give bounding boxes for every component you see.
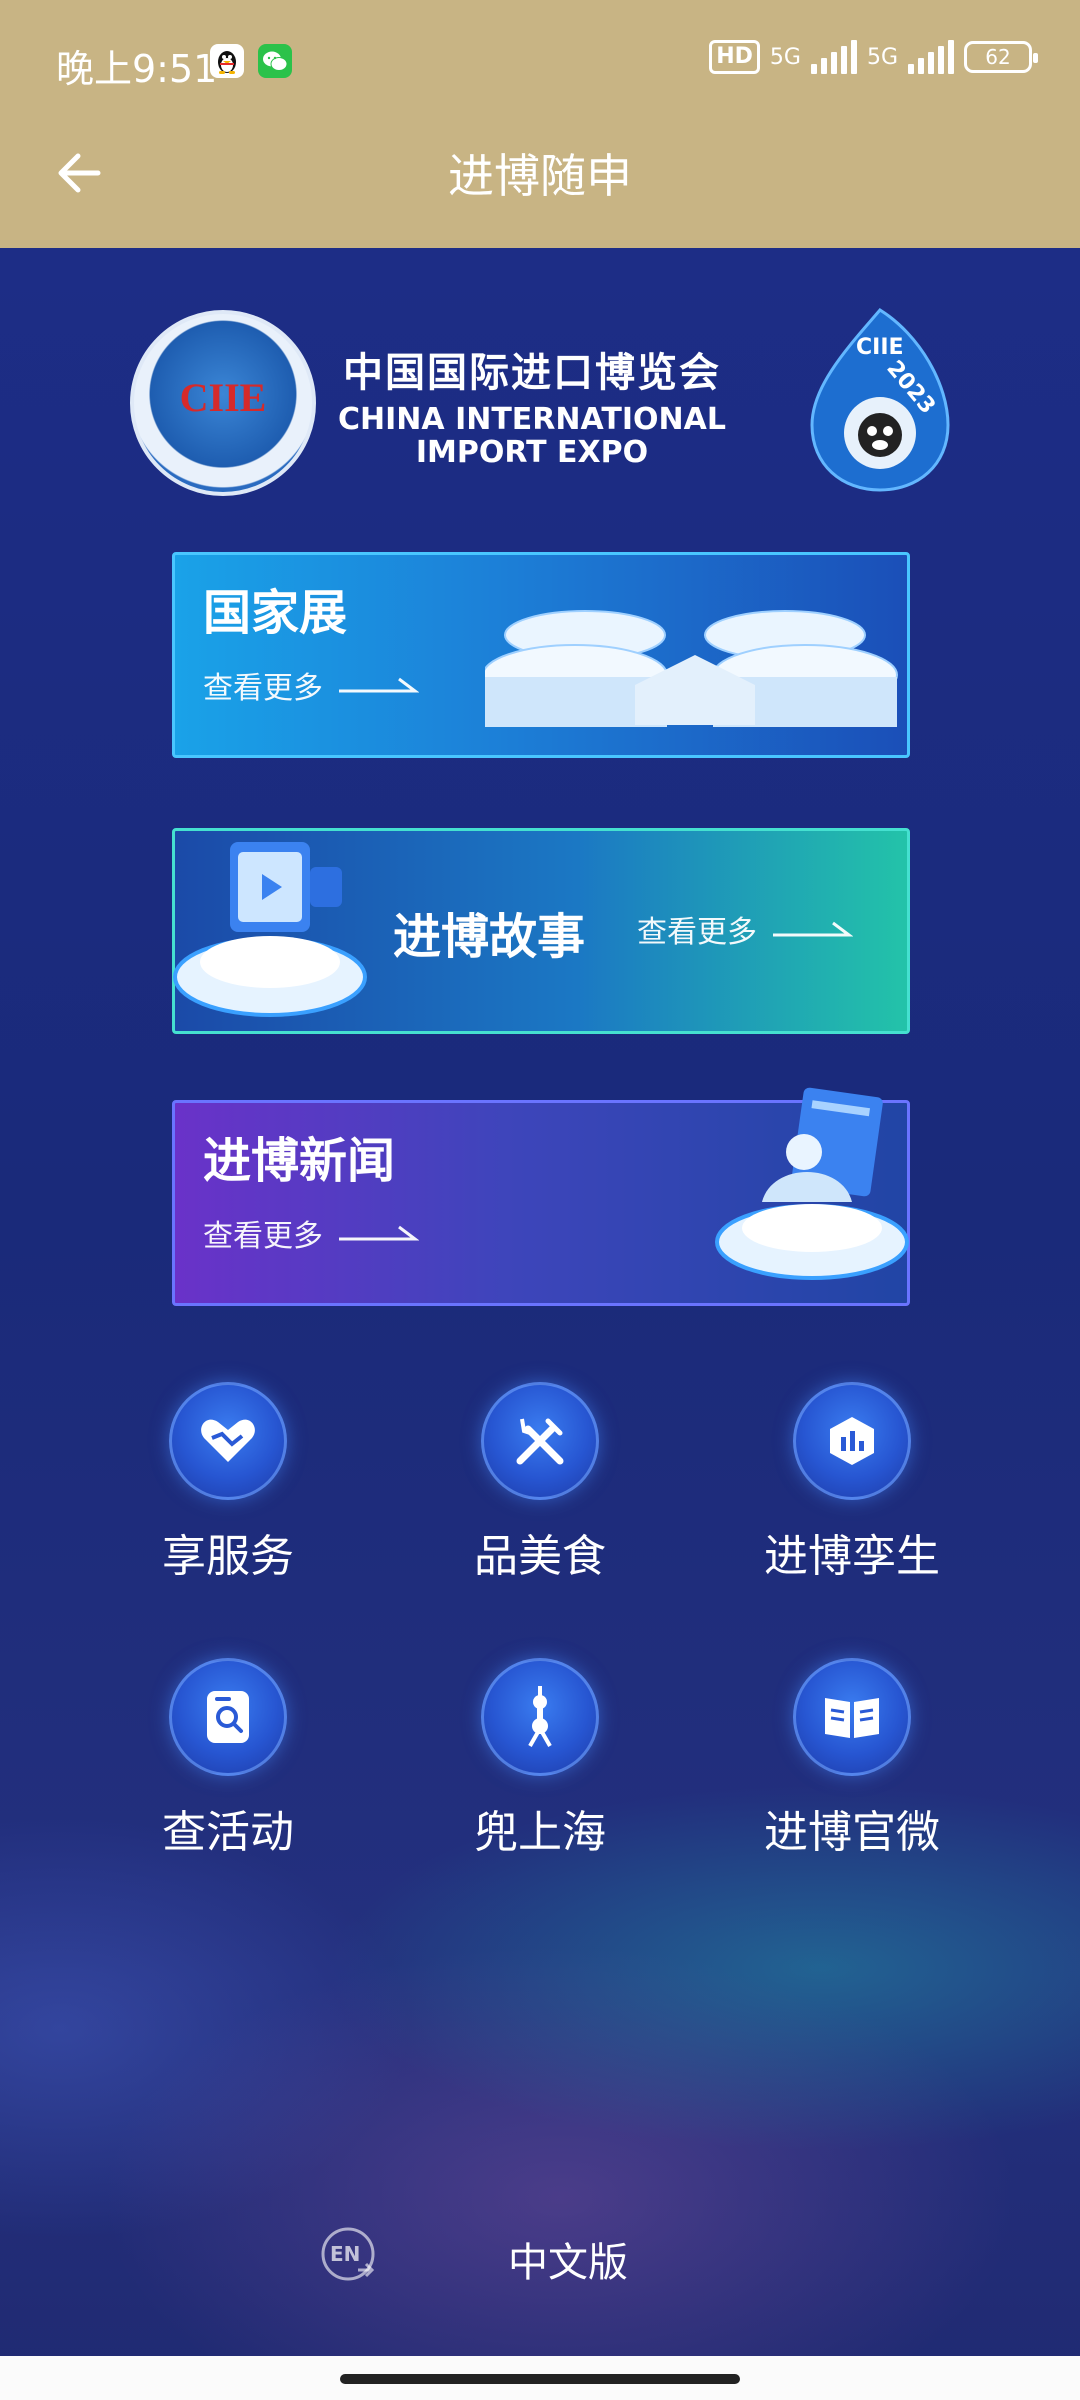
card-title: 进博新闻 bbox=[203, 1133, 396, 1189]
video-player-illustration bbox=[173, 842, 367, 1017]
fork-knife-icon bbox=[481, 1382, 599, 1500]
en-icon-text: EN bbox=[330, 2242, 361, 2266]
wechat-icon bbox=[258, 44, 292, 78]
service-item-events[interactable]: 查活动 bbox=[118, 1658, 338, 1860]
seal-text: CIIE bbox=[179, 375, 267, 420]
building-chart-icon bbox=[793, 1382, 911, 1500]
badge-ciie-text: CIIE bbox=[856, 335, 904, 360]
signal-bars-1-icon bbox=[810, 40, 857, 74]
service-item-shanghai[interactable]: 兜上海 bbox=[430, 1658, 650, 1860]
qq-penguin-icon bbox=[210, 44, 244, 78]
see-more-label: 查看更多 bbox=[637, 915, 757, 950]
service-item-services[interactable]: 享服务 bbox=[118, 1382, 338, 1584]
expo-center-illustration bbox=[485, 610, 898, 727]
page-title: 进博随申 bbox=[448, 149, 632, 203]
arrow-right-icon bbox=[339, 1225, 419, 1241]
see-more-link[interactable]: 查看更多 bbox=[203, 1211, 419, 1255]
battery-indicator: 62 bbox=[964, 41, 1038, 73]
service-label: 进博官微 bbox=[764, 1807, 940, 1858]
chinese-version-label[interactable]: 中文版 bbox=[508, 2230, 628, 2288]
hd-indicator: HD bbox=[709, 40, 760, 74]
open-book-icon bbox=[793, 1658, 911, 1776]
handshake-heart-icon bbox=[169, 1382, 287, 1500]
arrow-right-icon bbox=[339, 677, 419, 693]
arrow-right-icon bbox=[773, 921, 853, 937]
service-item-digital-twin[interactable]: 进博孪生 bbox=[742, 1382, 962, 1584]
signal-bars-2-icon bbox=[908, 40, 954, 74]
see-more-label: 查看更多 bbox=[203, 671, 323, 706]
logo-en-line1: CHINA INTERNATIONAL bbox=[338, 402, 726, 437]
signal-label-2: 5G bbox=[866, 44, 898, 70]
service-item-official-wechat[interactable]: 进博官微 bbox=[742, 1658, 962, 1860]
language-switch: EN 中文版 bbox=[320, 2226, 680, 2292]
home-indicator[interactable] bbox=[340, 2374, 740, 2384]
service-label: 查活动 bbox=[162, 1807, 294, 1858]
service-item-food[interactable]: 品美食 bbox=[430, 1382, 650, 1584]
card-title: 进博故事 bbox=[393, 909, 586, 965]
notification-icons bbox=[210, 44, 292, 78]
logo-cn: 中国国际进口博览会 bbox=[343, 350, 721, 396]
news-reader-illustration bbox=[715, 1087, 909, 1280]
status-right: HD 5G 5G 62 bbox=[709, 40, 1038, 74]
ciie-seal-logo: CIIE bbox=[130, 310, 316, 496]
national-exhibition-card[interactable]: 国家展 查看更多 bbox=[172, 552, 910, 758]
service-label: 进博孪生 bbox=[764, 1531, 940, 1582]
status-time: 晚上9:51 bbox=[56, 47, 218, 91]
tv-tower-icon bbox=[481, 1658, 599, 1776]
see-more-link[interactable]: 查看更多 bbox=[637, 907, 853, 951]
status-bar: 晚上9:51 HD 5G 5G 62 bbox=[0, 0, 1080, 125]
see-more-link[interactable]: 查看更多 bbox=[203, 663, 419, 707]
signal-label-1: 5G bbox=[769, 44, 801, 70]
card-title: 国家展 bbox=[203, 585, 348, 641]
logo-en-line2: IMPORT EXPO bbox=[415, 435, 649, 470]
service-label: 品美食 bbox=[474, 1531, 606, 1582]
service-label: 享服务 bbox=[162, 1531, 294, 1582]
expo-logo-text: 中国国际进口博览会 CHINA INTERNATIONAL IMPORT EXP… bbox=[332, 340, 732, 470]
see-more-label: 查看更多 bbox=[203, 1219, 323, 1254]
service-label: 兜上海 bbox=[474, 1807, 606, 1858]
mascot-badge: CIIE 2023 bbox=[810, 305, 950, 495]
english-toggle[interactable]: EN bbox=[320, 2226, 376, 2282]
document-search-icon bbox=[169, 1658, 287, 1776]
